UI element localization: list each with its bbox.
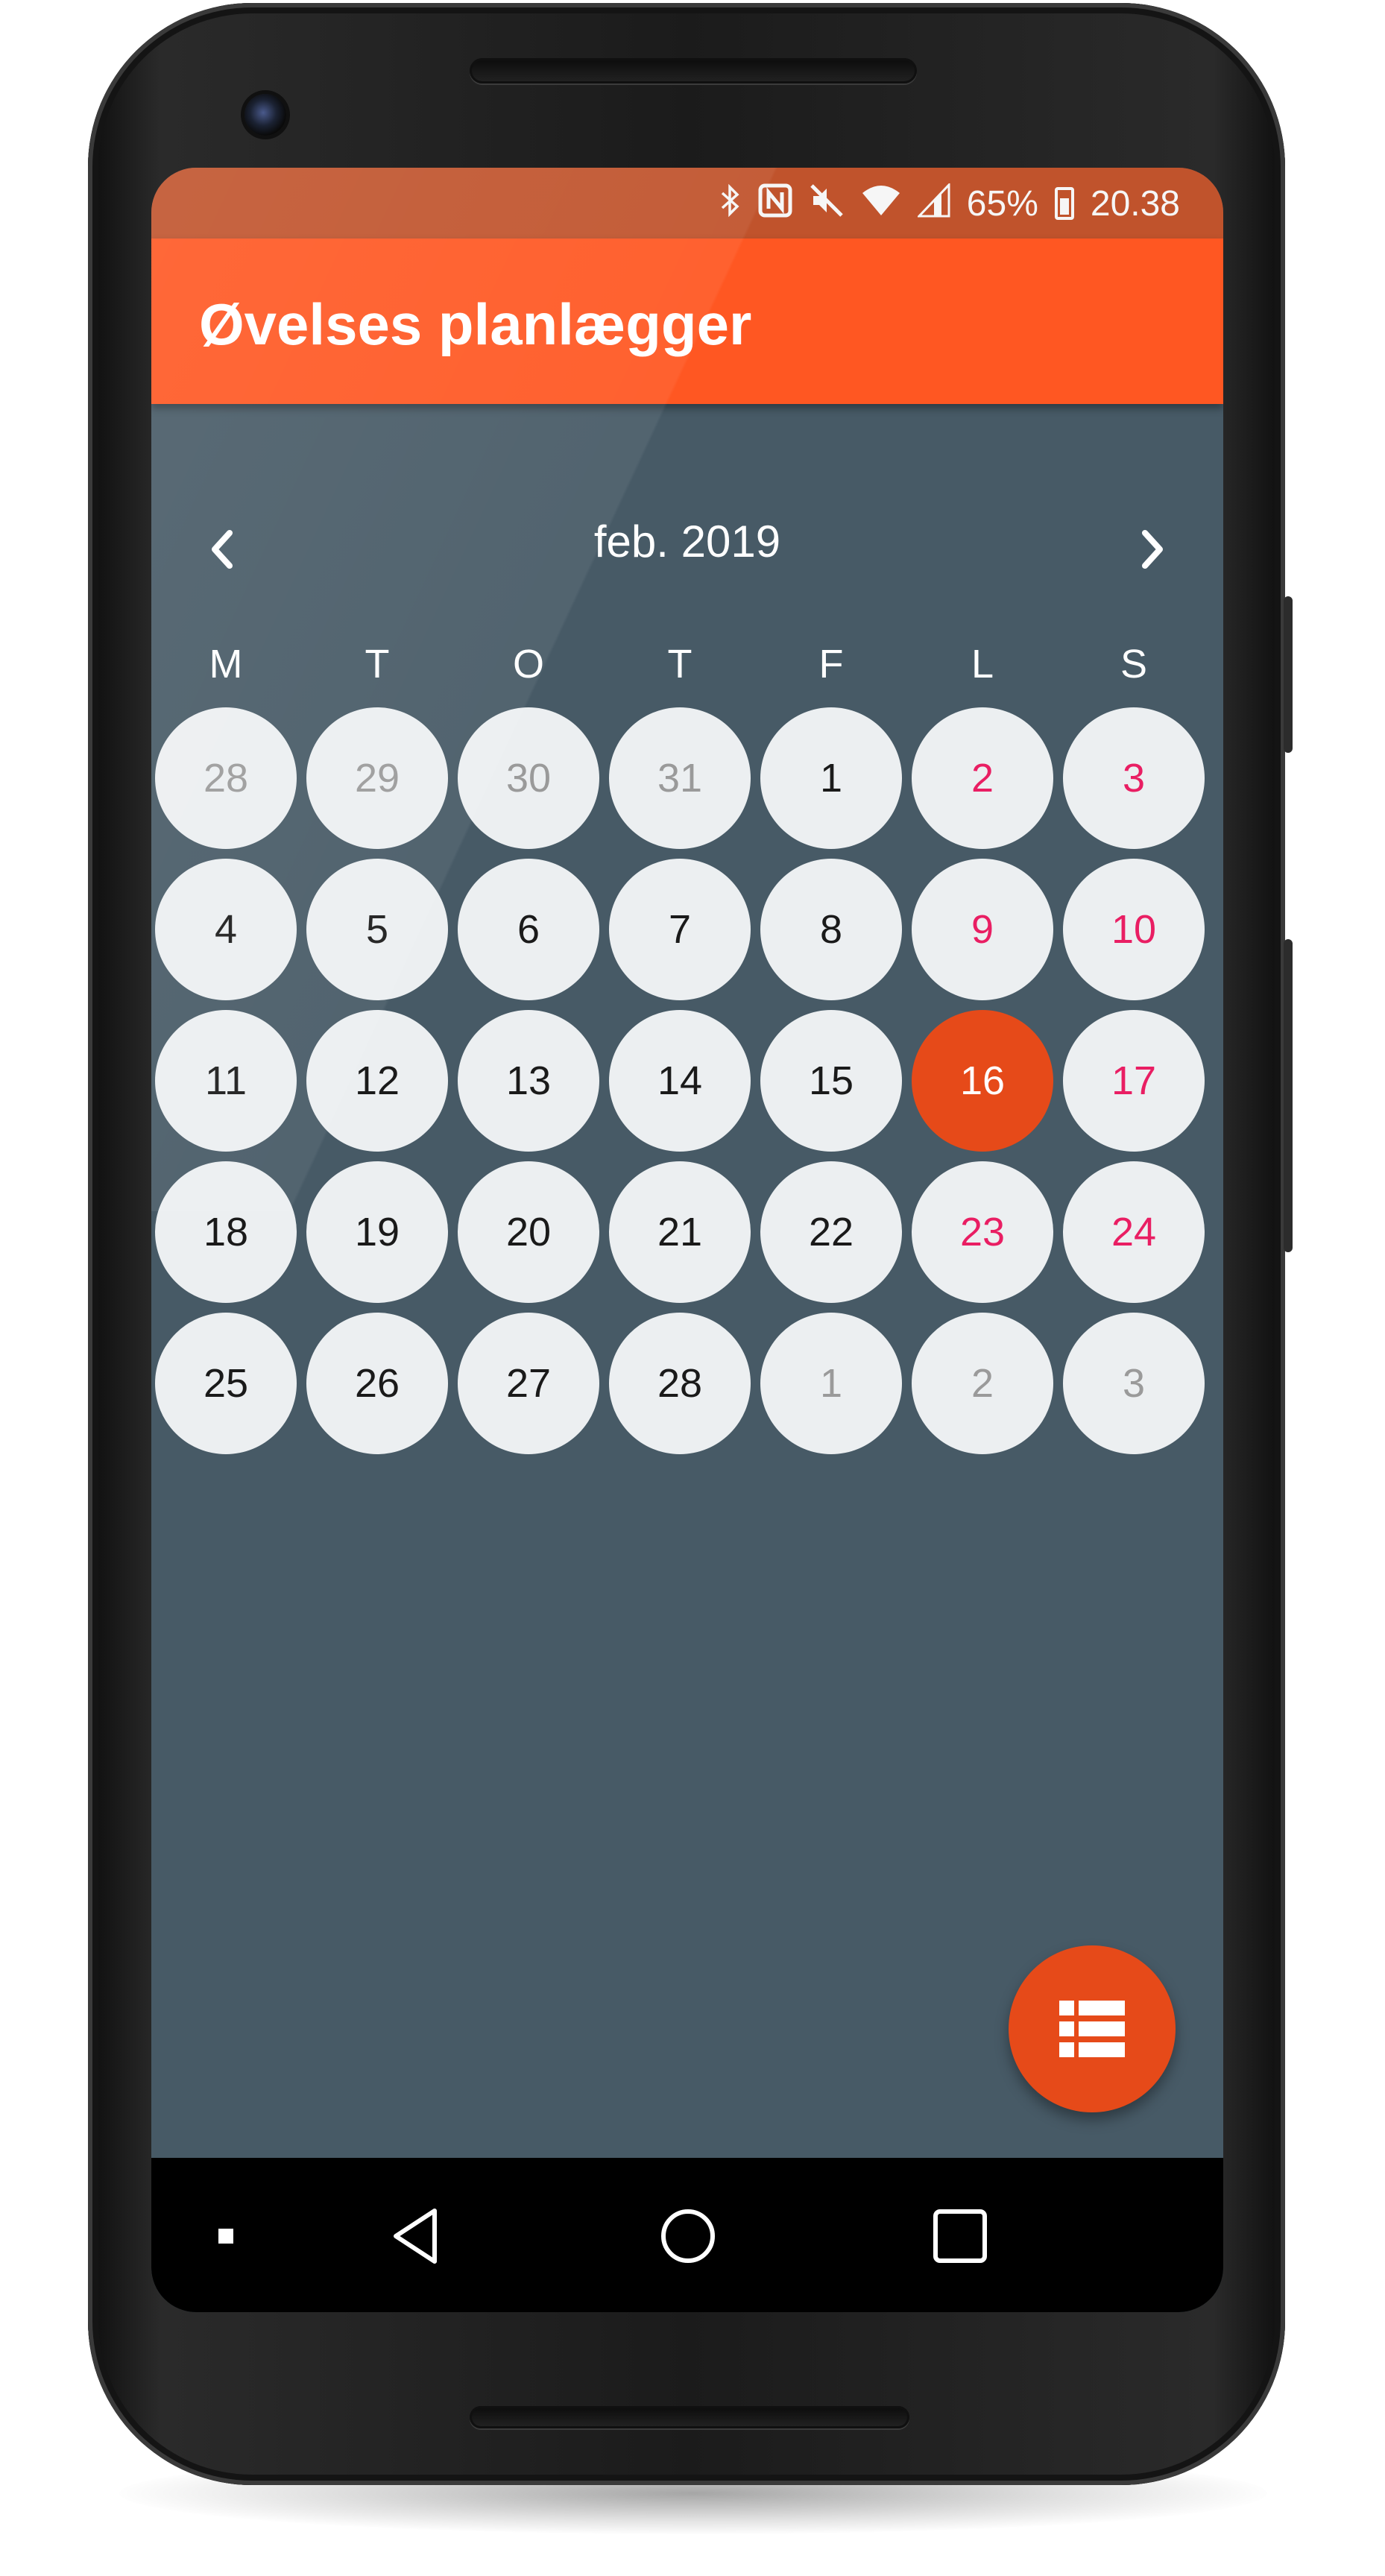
system-nav-bar	[151, 2158, 1223, 2312]
day-cell[interactable]: 22	[760, 1161, 902, 1303]
day-cell[interactable]: 20	[458, 1161, 599, 1303]
selected-day-cell[interactable]: 16	[912, 1010, 1053, 1152]
day-cell[interactable]: 11	[155, 1010, 297, 1152]
battery-percent: 65%	[966, 183, 1038, 224]
day-cell[interactable]: 31	[609, 707, 751, 849]
day-cell[interactable]: 9	[912, 859, 1053, 1000]
day-cell[interactable]: 4	[155, 859, 297, 1000]
weekday-header: M	[209, 642, 243, 686]
volume-button	[1284, 939, 1293, 1252]
day-cell[interactable]: 5	[306, 859, 448, 1000]
weekday-header: T	[667, 642, 692, 686]
earpiece-speaker	[470, 58, 917, 83]
day-cell[interactable]: 18	[155, 1161, 297, 1303]
day-cell[interactable]: 27	[458, 1313, 599, 1454]
chevron-right-icon	[1142, 530, 1163, 569]
day-cell[interactable]: 29	[306, 707, 448, 849]
list-icon	[1059, 2001, 1125, 2057]
day-cell[interactable]: 21	[609, 1161, 751, 1303]
day-cell[interactable]: 7	[609, 859, 751, 1000]
app-title: Øvelses planlægger	[199, 291, 752, 357]
day-cell[interactable]: 1	[760, 1313, 902, 1454]
back-icon[interactable]	[375, 2203, 457, 2270]
day-cell[interactable]: 25	[155, 1313, 297, 1454]
phone-screen: 65% 20.38 Øvelses planlægger feb. 2019 M…	[151, 168, 1223, 2312]
status-bar: 65% 20.38	[151, 168, 1223, 239]
bluetooth-icon	[719, 183, 742, 224]
nfc-icon	[758, 183, 792, 224]
day-cell[interactable]: 3	[1063, 707, 1205, 849]
day-cell[interactable]: 13	[458, 1010, 599, 1152]
weekday-header: T	[365, 642, 390, 686]
day-cell[interactable]: 2	[912, 707, 1053, 849]
app-bar: Øvelses planlægger	[151, 239, 1223, 404]
day-cell[interactable]: 6	[458, 859, 599, 1000]
day-cell[interactable]: 26	[306, 1313, 448, 1454]
next-month-button[interactable]	[1111, 508, 1193, 590]
day-cell[interactable]: 30	[458, 707, 599, 849]
day-cell[interactable]: 23	[912, 1161, 1053, 1303]
day-cell[interactable]: 8	[760, 859, 902, 1000]
home-icon[interactable]	[647, 2203, 729, 2270]
month-label: feb. 2019	[593, 517, 781, 566]
day-cell[interactable]: 17	[1063, 1010, 1205, 1152]
dot-icon[interactable]	[204, 2203, 248, 2270]
day-cell[interactable]: 15	[760, 1010, 902, 1152]
day-cell[interactable]: 14	[609, 1010, 751, 1152]
battery-icon	[1054, 187, 1074, 220]
weekday-header: O	[512, 642, 544, 686]
bottom-speaker	[470, 2406, 909, 2428]
day-cell[interactable]: 1	[760, 707, 902, 849]
day-cell[interactable]: 10	[1063, 859, 1205, 1000]
recents-icon[interactable]	[919, 2203, 1001, 2270]
status-icons: 65% 20.38	[719, 182, 1180, 224]
signal-icon	[916, 182, 950, 224]
weekday-header: S	[1120, 642, 1148, 686]
day-cell[interactable]: 3	[1063, 1313, 1205, 1454]
front-camera	[244, 94, 286, 136]
status-time: 20.38	[1090, 183, 1180, 224]
weekday-header: L	[971, 642, 994, 686]
day-cell[interactable]: 12	[306, 1010, 448, 1152]
day-cell[interactable]: 28	[155, 707, 297, 849]
day-cell[interactable]: 24	[1063, 1161, 1205, 1303]
day-cell[interactable]: 19	[306, 1161, 448, 1303]
mute-icon	[809, 183, 845, 224]
day-cell[interactable]: 2	[912, 1313, 1053, 1454]
weekday-header: F	[818, 642, 844, 686]
day-cell[interactable]: 28	[609, 1313, 751, 1454]
power-button	[1284, 596, 1293, 753]
wifi-icon	[861, 184, 901, 223]
list-view-fab[interactable]	[1009, 1945, 1176, 2112]
